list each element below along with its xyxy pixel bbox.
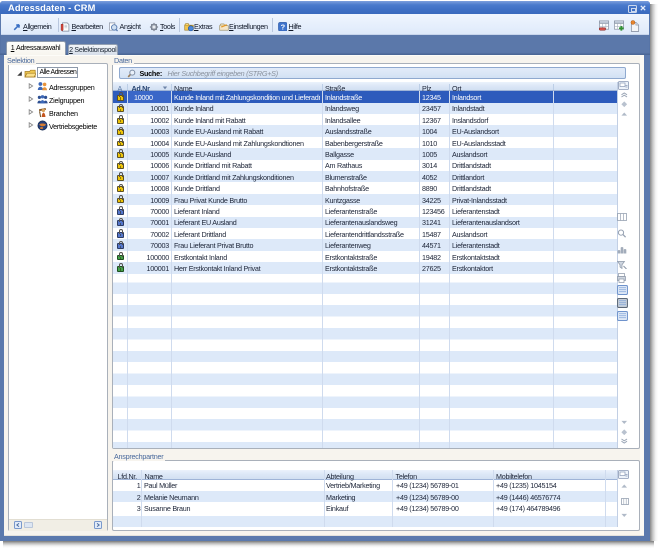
svg-text:?: ? (280, 22, 285, 31)
